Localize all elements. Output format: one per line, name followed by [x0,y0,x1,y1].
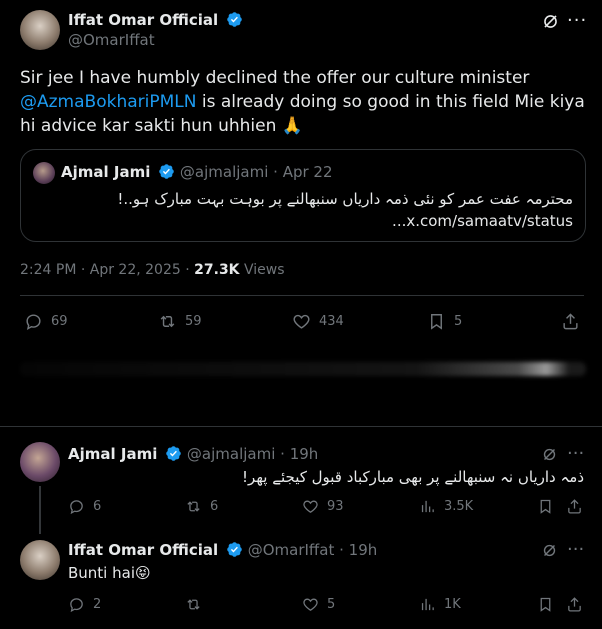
share-button[interactable] [566,498,583,515]
reply-author-name[interactable]: Ajmal Jami [68,445,157,463]
reply-button[interactable]: 6 [68,498,101,515]
grok-icon[interactable] [541,12,560,31]
analytics-icon [421,500,434,513]
quote-text: محترمہ عفت عمر کو نئی ذمہ داریاں سنبھالن… [117,190,573,208]
share-button[interactable] [566,596,583,613]
bookmark-icon [431,314,442,330]
reply-time[interactable]: · 19h [339,541,377,559]
author-handle[interactable]: @OmarIffat [68,31,243,49]
more-options-icon[interactable]: ··· [567,539,584,560]
quote-author-handle: @ajmaljami [179,163,269,181]
reply-icon [70,500,83,515]
views-label: Views [239,262,285,278]
grok-icon[interactable] [541,446,558,463]
verified-badge-icon [227,542,242,557]
views-button[interactable]: 1K [419,596,461,613]
avatar-iffat-omar[interactable] [20,540,60,580]
views-count: 1K [444,597,461,612]
views-count: 27.3K [194,262,240,278]
verified-badge-icon [159,164,174,179]
like-count: 93 [327,499,344,514]
views-button[interactable]: 3.5K [419,498,473,515]
repost-icon [160,315,175,328]
author-block: Iffat Omar Official @OmarIffat [68,11,243,49]
reply-time[interactable]: · 19h [280,445,318,463]
divider [20,295,584,296]
like-count: 5 [327,597,336,612]
reply-icon [26,314,41,331]
bookmark-button[interactable] [537,498,554,515]
share-icon [563,313,578,330]
reply-count: 69 [51,314,68,329]
verified-badge-icon [166,446,181,461]
reply-icon [70,598,83,613]
avatar-ajmal-jami [33,162,55,184]
repost-count: 6 [210,499,219,514]
repost-count: 59 [185,314,202,329]
like-button[interactable]: 5 [302,596,335,613]
blurred-content-strip [20,362,586,376]
more-options-icon[interactable]: ··· [567,443,584,464]
bookmark-button[interactable]: 5 [427,312,462,331]
quote-tweet-card[interactable]: Ajmal Jami @ajmaljami · Apr 22 محترمہ عف… [20,149,586,242]
analytics-icon [421,598,434,611]
more-options-icon[interactable]: ··· [567,10,587,31]
bookmark-button[interactable] [537,596,554,613]
verified-badge-icon [227,12,242,27]
avatar-iffat-omar[interactable] [20,10,60,50]
share-icon [568,597,581,612]
reply-button[interactable]: 69 [24,312,68,331]
repost-button[interactable] [185,596,210,613]
author-name[interactable]: Iffat Omar Official [68,11,218,29]
reply-author-handle[interactable]: @OmarIffat [248,541,335,559]
reply-author-handle[interactable]: @ajmaljami [187,445,275,463]
share-icon [568,499,581,514]
like-count: 434 [319,314,344,329]
repost-button[interactable]: 6 [185,498,218,515]
quote-date: · Apr 22 [273,163,333,181]
grok-icon[interactable] [541,542,558,559]
repost-icon [187,599,200,610]
section-divider [0,426,602,427]
tweet-text-part1: Sir jee I have humbly declined the offer… [20,68,530,88]
like-button[interactable]: 93 [302,498,344,515]
mention-link[interactable]: @AzmaBokhariPMLN [20,92,196,112]
reply-count: 2 [93,597,102,612]
bookmark-icon [540,597,551,612]
avatar-ajmal-jami[interactable] [20,442,60,482]
heart-icon [293,314,310,329]
repost-icon [187,501,200,512]
quote-link[interactable]: ...x.com/samaatv/status [392,212,573,230]
bookmark-icon [540,499,551,514]
tweet-text: Sir jee I have humbly declined the offer… [20,66,585,138]
bookmark-count: 5 [454,314,463,329]
share-button[interactable] [561,312,580,331]
tweet-meta: 2:24 PM · Apr 22, 2025 · 27.3K Views [20,262,285,278]
reply-author-name[interactable]: Iffat Omar Official [68,541,218,559]
tweet-timestamp[interactable]: 2:24 PM · Apr 22, 2025 · [20,262,190,278]
like-button[interactable]: 434 [292,312,344,331]
reply-button[interactable]: 2 [68,596,101,613]
views-count: 3.5K [444,499,474,514]
repost-button[interactable]: 59 [158,312,202,331]
quote-author-name: Ajmal Jami [61,163,151,181]
reply-count: 6 [93,499,102,514]
reply-text: Bunti hai😝 [68,564,151,582]
reply-text: ذمہ داریاں نہ سنبھالنے پر بھی مبارکباد ق… [242,468,584,486]
heart-icon [303,500,318,513]
heart-icon [303,598,318,611]
thread-line [39,486,41,534]
